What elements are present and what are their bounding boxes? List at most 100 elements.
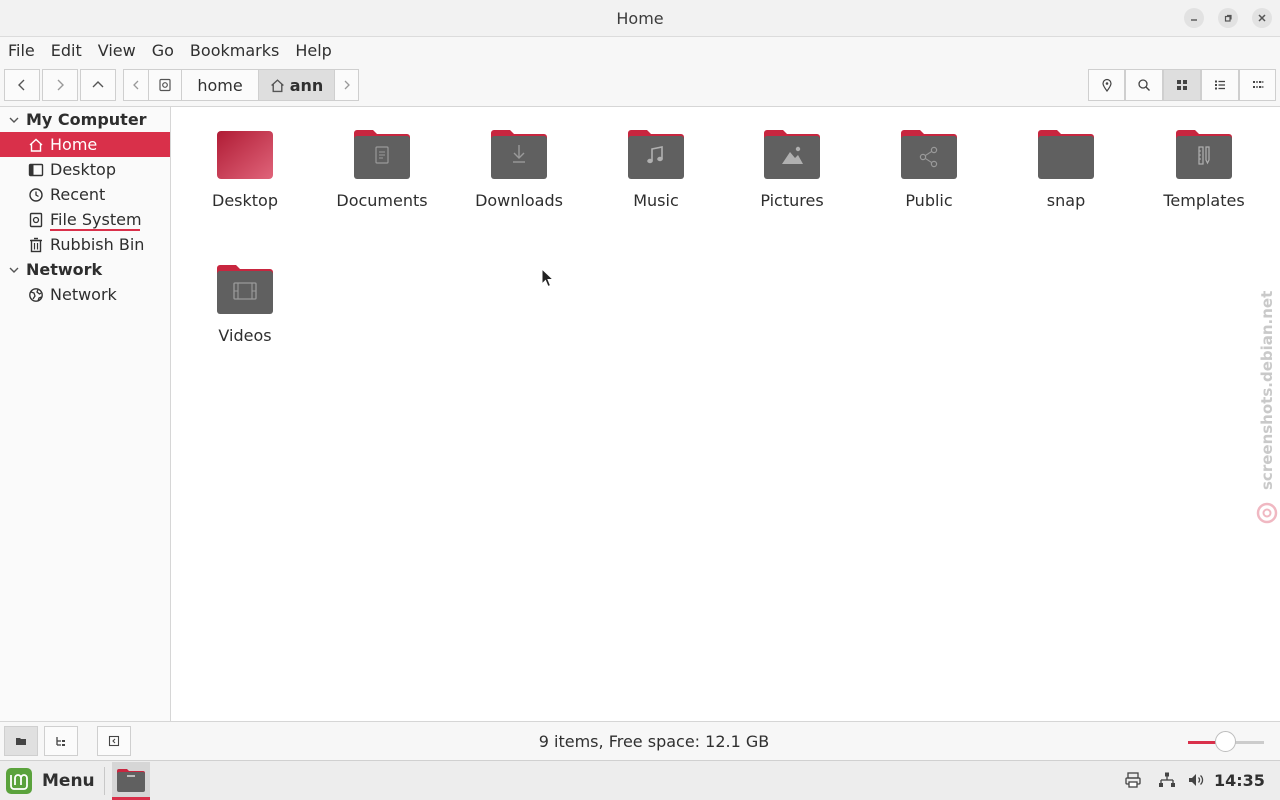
videos-folder-icon [215, 262, 275, 318]
desktop-icon [28, 162, 44, 178]
pictures-folder-icon [762, 127, 822, 183]
restore-icon [1224, 14, 1232, 22]
breadcrumb-ann-label: ann [289, 75, 324, 95]
close-icon [1258, 14, 1266, 22]
maximize-button[interactable] [1218, 8, 1238, 28]
back-arrow-icon [18, 79, 25, 91]
desktop-folder-icon [215, 127, 275, 183]
menu-bookmarks[interactable]: Bookmarks [190, 41, 279, 60]
menu-help[interactable]: Help [295, 41, 331, 60]
watermark: screenshots.debian.net [1256, 291, 1278, 524]
location-pin-icon [1101, 78, 1112, 92]
music-folder-icon [626, 127, 686, 183]
minimize-icon [1191, 19, 1197, 21]
sidebar-item-label: Recent [50, 185, 106, 204]
forward-button[interactable] [42, 69, 78, 101]
sidebar-item-label: File System [50, 210, 142, 229]
status-text: 9 items, Free space: 12.1 GB [538, 732, 770, 751]
breadcrumb-root[interactable] [148, 69, 182, 101]
zoom-slider-handle[interactable] [1215, 731, 1236, 752]
breadcrumb-scroll-right[interactable] [334, 69, 359, 101]
file-manager-icon [117, 768, 145, 792]
menu-edit[interactable]: Edit [51, 41, 82, 60]
documents-folder-icon [352, 127, 412, 183]
status-bar: 9 items, Free space: 12.1 GB [0, 721, 1280, 760]
menu-go[interactable]: Go [152, 41, 174, 60]
up-button[interactable] [80, 69, 116, 101]
sidebar-section-title: My Computer [26, 110, 147, 129]
trash-icon [28, 237, 44, 253]
drive-icon [159, 78, 171, 92]
folder-icon [1036, 127, 1096, 183]
file-name: snap [1046, 191, 1086, 210]
search-icon [1138, 79, 1150, 91]
chevron-left-icon [133, 80, 139, 90]
file-name: Documents [336, 191, 428, 210]
close-button[interactable] [1252, 8, 1272, 28]
file-item-pictures[interactable]: Pictures [732, 107, 852, 217]
sidebar-item-recent[interactable]: Recent [0, 182, 170, 207]
printer-icon[interactable] [1124, 771, 1142, 789]
sidebar-item-desktop[interactable]: Desktop [0, 157, 170, 182]
sidebar-item-network[interactable]: Network [0, 282, 170, 307]
location-toggle-button[interactable] [1088, 69, 1125, 101]
title-bar[interactable]: Home [0, 0, 1280, 37]
sidebar-item-label: Desktop [50, 160, 116, 179]
start-menu-button[interactable]: Menu [4, 764, 95, 798]
file-item-snap[interactable]: snap [1006, 107, 1126, 217]
volume-icon[interactable] [1187, 771, 1205, 789]
file-name: Videos [218, 326, 272, 345]
up-arrow-icon [92, 81, 104, 88]
file-item-videos[interactable]: Videos [185, 242, 305, 352]
sidebar-item-label: Network [50, 285, 117, 304]
grid-view-icon [1177, 80, 1187, 90]
home-icon [270, 78, 284, 92]
file-item-templates[interactable]: Templates [1144, 107, 1264, 217]
file-name: Templates [1163, 191, 1245, 210]
sidebar-item-label: Home [50, 135, 98, 154]
debian-swirl-icon [1256, 502, 1278, 524]
public-folder-icon [899, 127, 959, 183]
file-name: Pictures [760, 191, 824, 210]
file-item-music[interactable]: Music [596, 107, 716, 217]
file-view[interactable]: Desktop Documents Downloads Music Pictur… [171, 107, 1280, 721]
sidebar-item-rubbish-bin[interactable]: Rubbish Bin [0, 232, 170, 257]
compact-view-button[interactable] [1239, 69, 1276, 101]
home-icon [28, 137, 44, 153]
sidebar: My Computer Home Desktop Recent File Sys… [0, 107, 171, 721]
menu-label: Menu [42, 771, 95, 791]
file-name: Desktop [212, 191, 278, 210]
compact-view-icon [1252, 81, 1263, 88]
toolbar: home ann [0, 63, 1280, 107]
sidebar-section-network[interactable]: Network [0, 257, 170, 282]
sidebar-section-my-computer[interactable]: My Computer [0, 107, 170, 132]
file-item-downloads[interactable]: Downloads [459, 107, 579, 217]
search-button[interactable] [1125, 69, 1163, 101]
breadcrumb-ann[interactable]: ann [258, 69, 335, 101]
breadcrumb-home[interactable]: home [181, 69, 259, 101]
icon-view-button[interactable] [1163, 69, 1201, 101]
minimize-button[interactable] [1184, 8, 1204, 28]
taskbar-file-manager[interactable] [112, 762, 150, 800]
list-view-button[interactable] [1201, 69, 1239, 101]
file-item-documents[interactable]: Documents [322, 107, 442, 217]
sidebar-item-label: Rubbish Bin [50, 235, 145, 254]
breadcrumb-scroll-left[interactable] [123, 69, 149, 101]
file-manager-window: Home File Edit View Go Bookmarks Help ho… [0, 0, 1280, 760]
clock[interactable]: 14:35 [1214, 771, 1265, 790]
watermark-text: screenshots.debian.net [1258, 291, 1276, 490]
sidebar-item-file-system[interactable]: File System [0, 207, 170, 232]
network-icon[interactable] [1158, 771, 1176, 789]
downloads-folder-icon [489, 127, 549, 183]
menu-bar: File Edit View Go Bookmarks Help [0, 37, 1280, 63]
debian-swirl-inner [1262, 508, 1272, 518]
file-item-public[interactable]: Public [869, 107, 989, 217]
file-item-desktop[interactable]: Desktop [185, 107, 305, 217]
chevron-right-icon [344, 80, 350, 90]
back-button[interactable] [4, 69, 40, 101]
menu-view[interactable]: View [98, 41, 136, 60]
menu-file[interactable]: File [8, 41, 35, 60]
file-name: Music [633, 191, 679, 210]
sidebar-item-home[interactable]: Home [0, 132, 170, 157]
forward-arrow-icon [57, 79, 64, 91]
